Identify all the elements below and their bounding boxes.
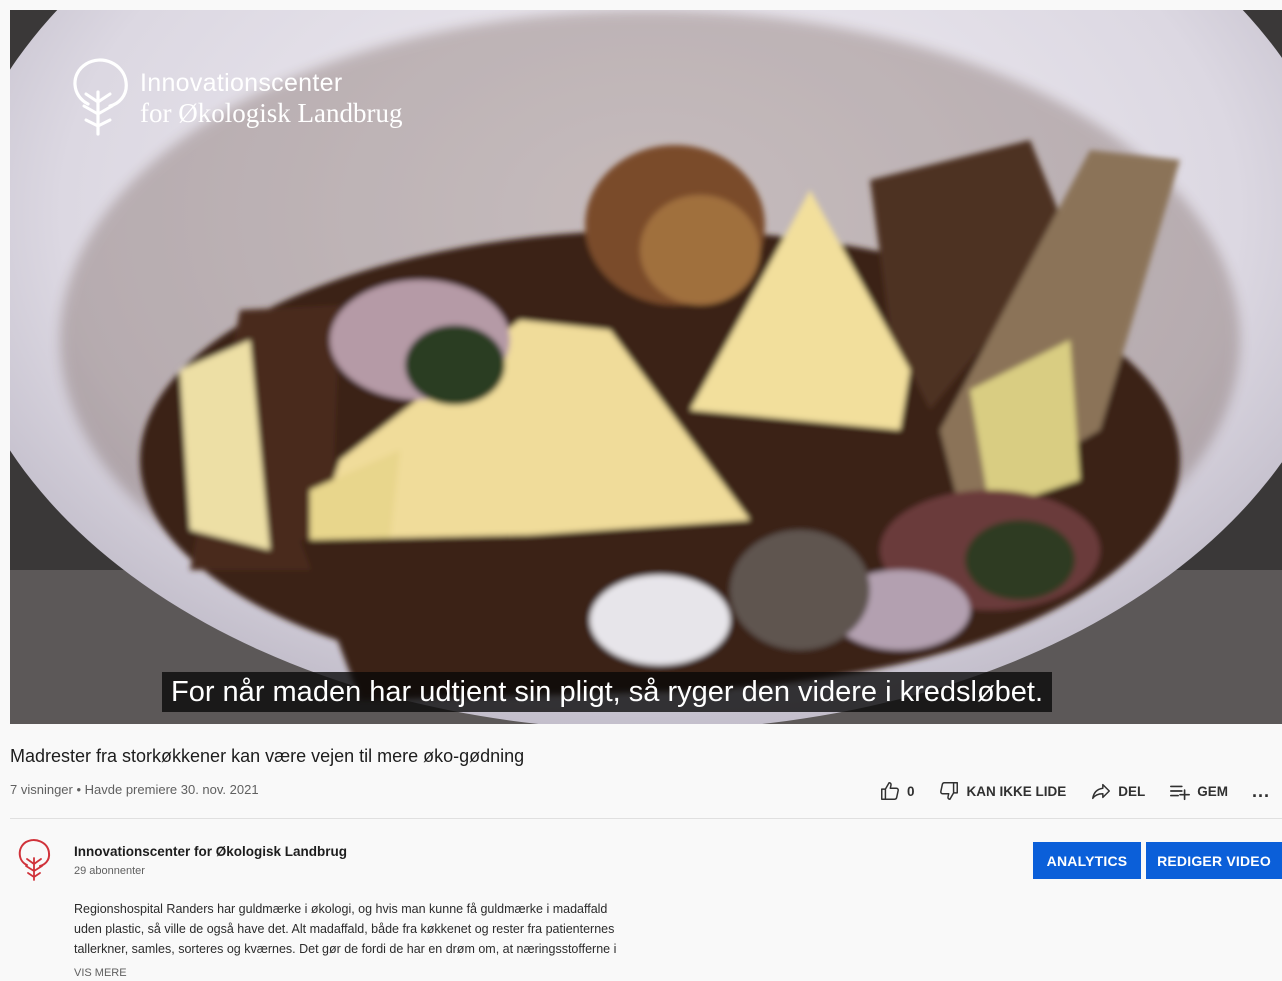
dislike-button[interactable]: KAN IKKE LIDE [938, 780, 1066, 802]
like-count: 0 [906, 783, 915, 799]
description-line: Regionshospital Randers har guldmærke i … [74, 902, 608, 916]
subscriber-count: 29 abonnenter [74, 865, 145, 877]
page: Innovationscenter for Økologisk Landbrug… [0, 0, 1282, 981]
save-button[interactable]: GEM [1169, 780, 1228, 802]
like-button[interactable]: 0 [879, 780, 915, 802]
video-title: Madrester fra storkøkkener kan være veje… [10, 746, 525, 766]
edit-video-button[interactable]: REDIGER VIDEO [1146, 842, 1282, 879]
show-more-link[interactable]: VIS MERE [74, 967, 127, 979]
video-meta: 7 visninger • Havde premiere 30. nov. 20… [10, 782, 259, 797]
video-description: Regionshospital Randers har guldmærke i … [74, 899, 694, 959]
description-line: uden plastic, så ville de også have det.… [74, 922, 615, 936]
share-label: DEL [1118, 783, 1146, 799]
tree-icon [73, 58, 128, 136]
thumbs-down-icon [940, 782, 959, 800]
analytics-button[interactable]: ANALYTICS [1033, 842, 1141, 879]
share-button[interactable]: DEL [1090, 780, 1145, 802]
subtitle-caption: For når maden har udtjent sin pligt, så … [162, 672, 1053, 712]
video-player[interactable]: Innovationscenter for Økologisk Landbrug… [10, 10, 1282, 724]
channel-avatar[interactable] [16, 838, 52, 882]
save-label: GEM [1197, 783, 1228, 799]
action-bar: 0 KAN IKKE LIDE DEL GEM ... [855, 780, 1270, 802]
channel-logo-overlay: Innovationscenter for Økologisk Landbrug [68, 56, 402, 140]
description-line: tallerkner, samles, sorteres og kværnes.… [74, 942, 617, 956]
more-dots-icon[interactable]: ... [1252, 782, 1270, 800]
logo-text-line2: for Økologisk Landbrug [140, 98, 403, 128]
thumbs-up-icon [880, 782, 899, 800]
channel-name[interactable]: Innovationscenter for Økologisk Landbrug [74, 844, 347, 859]
logo-text-line1: Innovationscenter [140, 69, 343, 97]
dislike-label: KAN IKKE LIDE [966, 783, 1067, 799]
share-arrow-icon [1092, 783, 1111, 800]
divider [10, 818, 1282, 819]
playlist-add-icon [1170, 785, 1191, 801]
